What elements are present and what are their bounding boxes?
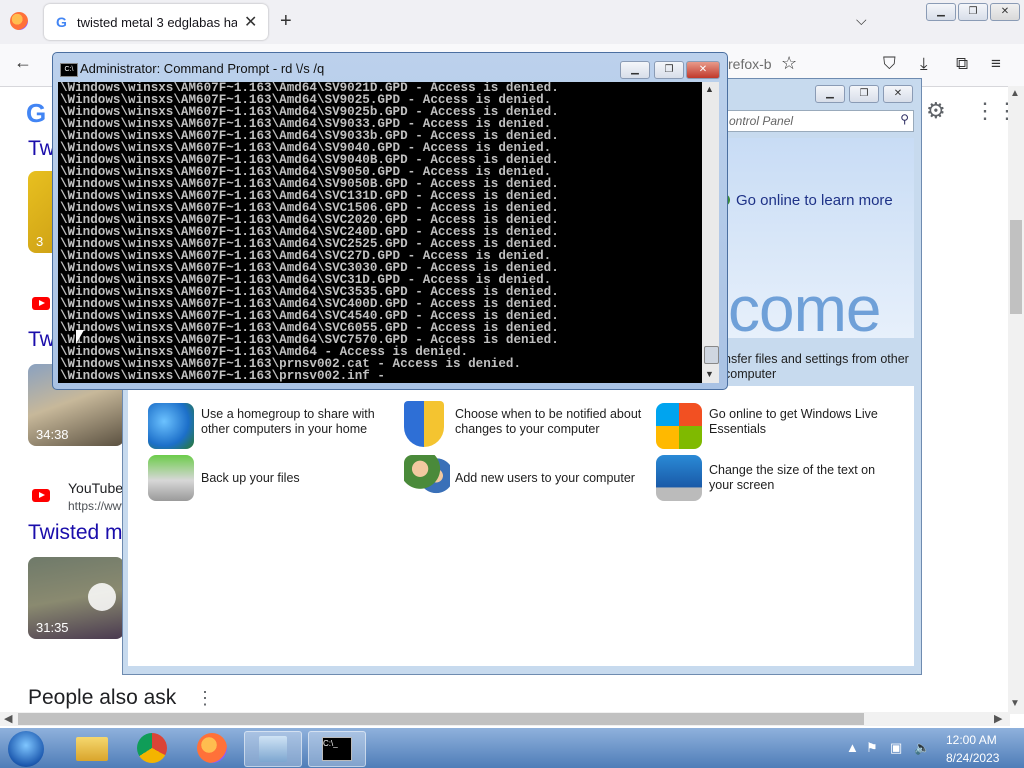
minimize-cmd-button[interactable]: ▁ xyxy=(620,61,650,79)
browser-tab[interactable]: G twisted metal 3 edglabas hack ✕ xyxy=(44,4,268,40)
maximize-cmd-button[interactable]: ❐ xyxy=(654,61,684,79)
control-panel-icon xyxy=(259,736,287,762)
address-bar-text[interactable]: refox-b xyxy=(728,56,772,72)
page-vertical-scrollbar[interactable] xyxy=(1008,86,1024,714)
taskbar-chrome-button[interactable] xyxy=(124,731,180,765)
firefox-icon xyxy=(197,733,227,763)
windows-live-task[interactable]: Go online to get Windows Live Essentials xyxy=(709,407,899,437)
taskbar-control-panel-button[interactable] xyxy=(244,731,302,767)
scroll-left-arrow-icon[interactable]: ◀ xyxy=(4,712,12,725)
settings-gear-icon[interactable]: ⚙ xyxy=(926,98,946,124)
pocket-icon[interactable]: ⛉ xyxy=(883,54,896,74)
welcome-banner-text: come xyxy=(728,273,881,345)
cmd-scroll-up-icon[interactable]: ▲ xyxy=(705,84,714,94)
add-users-task[interactable]: Add new users to your computer xyxy=(455,471,645,486)
homegroup-task[interactable]: Use a homegroup to share with other comp… xyxy=(201,407,391,437)
close-cmd-button[interactable]: ✕ xyxy=(686,61,720,79)
video-thumbnail[interactable]: 31:35 xyxy=(28,557,124,639)
backup-icon xyxy=(148,455,194,501)
cmd-output-text: \Windows\winsxs\AM607F~1.163\Amd64\SV902… xyxy=(60,82,559,383)
close-tab-icon[interactable]: ✕ xyxy=(244,12,257,32)
video-duration: 34:38 xyxy=(36,427,69,442)
people-also-ask-heading: People also ask xyxy=(28,686,177,709)
go-online-link[interactable]: Go online to learn more xyxy=(736,192,893,209)
google-favicon-icon: G xyxy=(56,14,67,30)
youtube-source-url: https://www xyxy=(68,499,131,513)
action-center-icon[interactable]: ⚑ xyxy=(866,740,878,756)
cmd-scroll-down-icon[interactable]: ▼ xyxy=(705,369,714,379)
explorer-icon xyxy=(76,737,108,761)
cmd-console-output[interactable]: \Windows\winsxs\AM607F~1.163\Amd64\SV902… xyxy=(58,82,702,383)
cmd-window-icon[interactable]: C:\ xyxy=(60,63,78,77)
cmd-icon: C:\_ xyxy=(322,737,352,761)
windows-logo-icon xyxy=(656,403,702,449)
search-placeholder: ontrol Panel xyxy=(729,114,794,128)
play-icon[interactable] xyxy=(88,583,116,611)
control-panel-search-input[interactable]: ontrol Panel ⚲ xyxy=(726,110,914,132)
text-size-task[interactable]: Change the size of the text on your scre… xyxy=(709,463,899,493)
clock-date[interactable]: 8/24/2023 xyxy=(946,751,999,765)
volume-muted-icon[interactable]: 🔈 xyxy=(914,740,930,756)
homegroup-icon xyxy=(148,403,194,449)
cmd-window-title: Administrator: Command Prompt - rd \/s /… xyxy=(80,61,325,76)
minimize-control-panel-button[interactable]: ▁ xyxy=(815,85,845,103)
chrome-icon xyxy=(137,733,167,763)
show-hidden-icons[interactable]: ▲ xyxy=(846,740,859,755)
result-title[interactable]: Tw xyxy=(28,137,55,161)
youtube-icon xyxy=(32,297,50,310)
extensions-icon[interactable]: ⧉ xyxy=(956,54,968,74)
scroll-up-arrow-icon[interactable]: ▲ xyxy=(1010,88,1020,99)
search-icon[interactable]: ⚲ xyxy=(900,112,909,126)
scroll-down-arrow-icon[interactable]: ▼ xyxy=(1010,698,1020,709)
new-tab-icon[interactable]: + xyxy=(280,10,292,33)
cmd-vertical-scrollbar[interactable] xyxy=(702,82,719,383)
backup-task[interactable]: Back up your files xyxy=(201,471,391,486)
youtube-source-label: YouTube xyxy=(68,480,124,496)
result-title[interactable]: Twisted me xyxy=(28,521,134,545)
cmd-scroll-thumb[interactable] xyxy=(704,346,719,364)
scroll-right-arrow-icon[interactable]: ▶ xyxy=(994,712,1002,725)
uac-shield-icon xyxy=(404,401,444,447)
hamburger-menu-icon[interactable]: ≡ xyxy=(991,54,1001,74)
page-vertical-scroll-thumb[interactable] xyxy=(1010,220,1022,314)
network-icon[interactable]: ▣ xyxy=(890,740,902,756)
close-control-panel-button[interactable]: ✕ xyxy=(883,85,913,103)
downloads-icon[interactable]: ⤓ xyxy=(920,54,928,74)
monitor-icon xyxy=(656,455,702,501)
youtube-icon xyxy=(32,489,50,502)
bookmark-star-icon[interactable]: ☆ xyxy=(781,53,797,74)
back-arrow-icon[interactable]: ← xyxy=(14,52,32,73)
transfer-files-task[interactable]: nsfer files and settings from other comp… xyxy=(724,352,914,382)
tab-title: twisted metal 3 edglabas hack xyxy=(77,15,237,30)
taskbar-explorer-button[interactable] xyxy=(64,731,120,765)
restore-browser-button[interactable]: ❐ xyxy=(958,3,988,21)
users-icon xyxy=(404,455,450,501)
minimize-browser-button[interactable]: ▁ xyxy=(926,3,956,21)
list-all-tabs-icon[interactable]: ⌵ xyxy=(856,12,867,29)
firefox-menu-icon[interactable] xyxy=(10,12,28,30)
start-button[interactable] xyxy=(8,731,44,767)
uac-task[interactable]: Choose when to be notified about changes… xyxy=(455,407,645,437)
taskbar-firefox-button[interactable] xyxy=(184,731,240,765)
more-options-icon[interactable]: ⋮ xyxy=(196,688,214,709)
taskbar-cmd-button[interactable]: C:\_ xyxy=(308,731,366,767)
video-duration: 3 xyxy=(36,234,44,249)
clock-time[interactable]: 12:00 AM xyxy=(946,733,997,747)
mouse-cursor-icon xyxy=(76,330,84,344)
result-title[interactable]: Tw xyxy=(28,328,55,352)
close-browser-button[interactable]: ✕ xyxy=(990,3,1020,21)
video-duration: 31:35 xyxy=(36,620,69,635)
page-horizontal-scroll-thumb[interactable] xyxy=(18,713,864,725)
maximize-control-panel-button[interactable]: ❐ xyxy=(849,85,879,103)
google-logo[interactable]: G xyxy=(26,98,46,129)
